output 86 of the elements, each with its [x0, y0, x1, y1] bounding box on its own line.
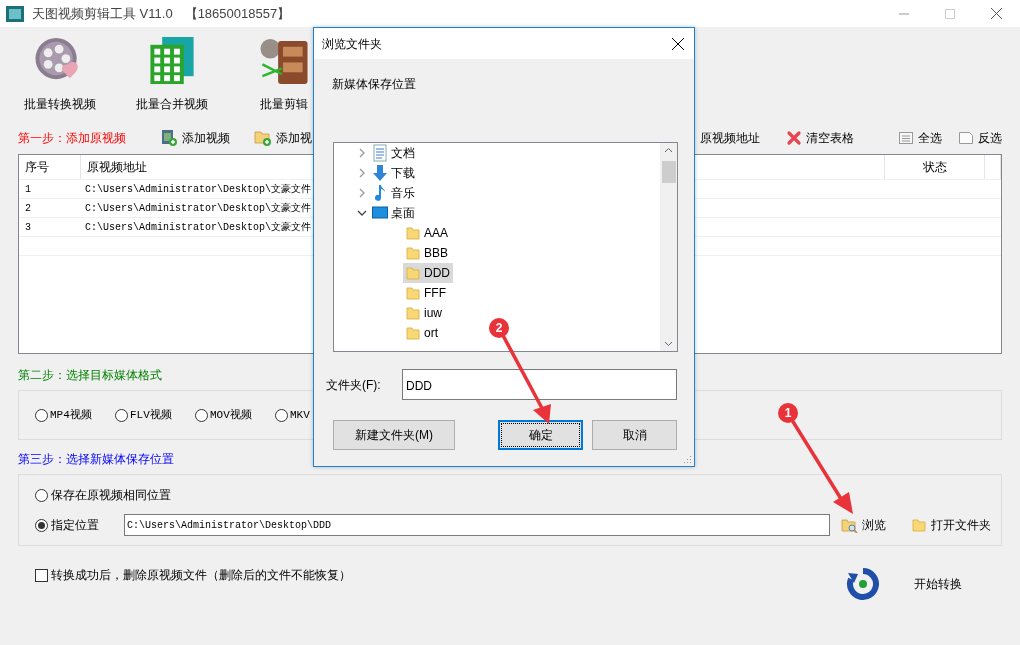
music-note-icon: [372, 184, 388, 202]
folder-name-field[interactable]: DDD: [402, 369, 677, 400]
toolbar-button[interactable]: 添加视频: [160, 129, 230, 147]
table-cell-text: C:\Users\Administrator\Desktop\文豪文件: [85, 182, 312, 197]
radio-label[interactable]: FLV视频: [130, 406, 172, 424]
blank-page-icon: [958, 130, 974, 146]
radio-label[interactable]: MOV视频: [210, 406, 252, 424]
close-icon[interactable]: [991, 8, 1002, 19]
table-cell-text: 2: [25, 201, 31, 216]
account-number: 【18650018557】: [184, 4, 291, 23]
column-header[interactable]: 序号: [19, 155, 81, 179]
radio-button[interactable]: [35, 488, 48, 502]
checkbox[interactable]: [35, 568, 48, 582]
tool-button[interactable]: 批量合并视频: [116, 35, 228, 113]
chevron-right-icon[interactable]: [357, 168, 367, 178]
resize-grip-icon[interactable]: [683, 455, 692, 464]
close-icon[interactable]: [672, 37, 684, 50]
folder-add-icon: [254, 129, 272, 147]
folder-icon: [405, 305, 421, 321]
toolbar-button[interactable]: 添加视: [254, 129, 312, 147]
close-icon: [786, 130, 802, 146]
tree-item[interactable]: AAA: [403, 223, 451, 243]
checkbox-label[interactable]: 转换成功后，删除原视频文件（删除后的文件不能恢复）: [51, 566, 351, 584]
step-label: 第二步：选择目标媒体格式: [18, 367, 162, 384]
folder-icon: [405, 265, 421, 281]
radio-button[interactable]: [35, 408, 48, 422]
dialog-title: 浏览文件夹: [322, 35, 382, 53]
down-arrow-icon: [372, 164, 388, 182]
chevron-right-icon[interactable]: [357, 188, 367, 198]
toolbar-button[interactable]: 清空表格: [786, 129, 854, 147]
radio-button[interactable]: [195, 408, 208, 422]
start-button[interactable]: 开始转换: [846, 567, 962, 601]
tree-item[interactable]: 音乐: [370, 183, 418, 203]
tree-item[interactable]: BBB: [403, 243, 451, 263]
column-header[interactable]: 状态: [885, 155, 985, 179]
dialog-button[interactable]: 新建文件夹(M): [333, 420, 455, 450]
chevron-right-icon[interactable]: [357, 148, 367, 158]
radio-label[interactable]: 指定位置: [51, 516, 121, 534]
scrollbar-thumb[interactable]: [661, 161, 676, 183]
table-cell-text: C:\Users\Administrator\Desktop\文豪文件: [85, 201, 312, 216]
radio-button[interactable]: [35, 518, 48, 532]
desktop-icon: [372, 206, 388, 220]
app-logo-icon: [6, 5, 24, 22]
table-cell-text: C:\Users\Administrator\Desktop\文豪文件: [85, 220, 312, 235]
dialog-button[interactable]: 确定: [498, 420, 583, 450]
folder-label: 文件夹(F):: [326, 376, 382, 394]
tree-item[interactable]: ort: [403, 323, 441, 343]
refresh-icon: [846, 567, 880, 601]
open-folder-button[interactable]: 打开文件夹: [911, 516, 991, 534]
folder-icon: [405, 285, 421, 301]
film-add-icon: [160, 129, 178, 147]
tree-item[interactable]: FFF: [403, 283, 449, 303]
table-cell-text: 1: [25, 182, 31, 197]
toolbar-button[interactable]: 全选: [898, 129, 942, 147]
tree-item[interactable]: 文档: [370, 143, 418, 163]
tree-item[interactable]: 下载: [370, 163, 418, 183]
radio-label[interactable]: MKV: [290, 406, 310, 424]
dialog-description: 新媒体保存位置: [332, 76, 417, 93]
chevron-down-icon[interactable]: [357, 208, 367, 218]
chevron-up-icon[interactable]: [664, 147, 673, 153]
browse-button[interactable]: 浏览: [841, 516, 886, 534]
window-title: 天图视频剪辑工具 V11.0: [32, 4, 173, 23]
tree-item[interactable]: 桌面: [370, 203, 418, 223]
path-field[interactable]: C:\Users\Administrator\Desktop\DDD: [124, 514, 830, 536]
folder-icon: [911, 517, 927, 533]
step-label: 第一步：添加原视频: [18, 130, 127, 147]
document-lines-icon: [898, 130, 914, 146]
scrollbar[interactable]: [660, 143, 677, 351]
chevron-down-icon[interactable]: [664, 341, 673, 347]
table-cell-text: 3: [25, 220, 31, 235]
radio-button[interactable]: [275, 408, 288, 422]
folder-icon: [405, 325, 421, 341]
folder-icon: [405, 225, 421, 241]
folder-search-icon: [841, 517, 858, 533]
step-badge: 1: [778, 403, 798, 423]
folder-icon: [405, 245, 421, 261]
step-label: 第三步：选择新媒体保存位置: [18, 451, 174, 468]
radio-label[interactable]: MP4视频: [50, 406, 92, 424]
dialog-button[interactable]: 取消: [592, 420, 677, 450]
toolbar-button[interactable]: 反选: [958, 129, 1002, 147]
toolbar-button[interactable]: 原视频地址: [700, 129, 760, 147]
radio-label[interactable]: 保存在原视频相同位置: [51, 486, 171, 504]
tool-button[interactable]: 批量转换视频: [4, 35, 116, 113]
tree-item[interactable]: iuw: [403, 303, 445, 323]
tree-item[interactable]: DDD: [403, 263, 453, 283]
radio-button[interactable]: [115, 408, 128, 422]
